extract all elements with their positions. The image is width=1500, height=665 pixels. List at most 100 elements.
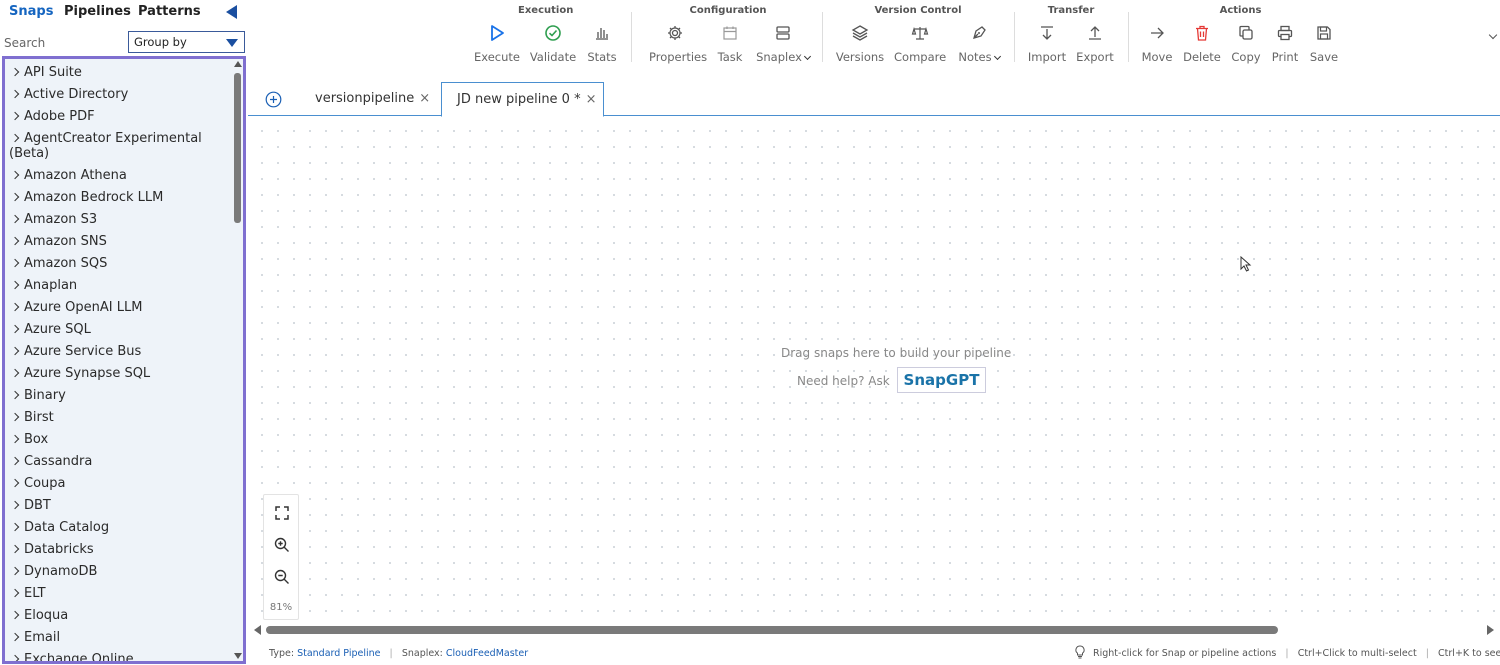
snap-category-label: Databricks xyxy=(24,542,94,557)
snap-category-item[interactable]: API Suite xyxy=(9,65,229,80)
scroll-right-icon[interactable] xyxy=(1487,625,1494,635)
snaplex-button[interactable]: Snaplex xyxy=(753,24,813,64)
lightbulb-icon xyxy=(1075,645,1085,659)
snap-category-item[interactable]: Amazon Athena xyxy=(9,168,229,183)
help-prefix: Need help? Ask xyxy=(797,374,890,388)
export-icon xyxy=(1089,26,1101,40)
chevron-right-icon xyxy=(10,654,20,661)
scroll-down-icon[interactable] xyxy=(234,653,242,659)
snap-category-label: Active Directory xyxy=(24,87,129,102)
close-tab-icon[interactable]: × xyxy=(586,92,597,107)
versions-button[interactable]: Versions xyxy=(834,24,886,64)
chevron-down-icon xyxy=(993,52,1001,61)
snap-category-label: Amazon SNS xyxy=(24,234,107,249)
snap-category-item[interactable]: Amazon S3 xyxy=(9,212,229,227)
stats-button[interactable]: Stats xyxy=(576,24,628,64)
chevron-right-icon xyxy=(10,500,20,510)
properties-label: Properties xyxy=(649,50,708,64)
status-divider: | xyxy=(1419,648,1436,659)
properties-button[interactable]: Properties xyxy=(649,24,708,64)
snap-category-item[interactable]: Data Catalog xyxy=(9,520,229,535)
play-icon xyxy=(491,25,504,41)
group-by-dropdown[interactable]: Group by xyxy=(128,31,245,53)
group-label-configuration: Configuration xyxy=(689,5,767,16)
snap-category-label: Amazon Bedrock LLM xyxy=(24,190,164,205)
toolbar-expand-chevron-icon[interactable] xyxy=(1488,30,1498,40)
canvas-hint: Drag snaps here to build your pipeline xyxy=(781,346,1012,360)
snap-category-item[interactable]: Box xyxy=(9,432,229,447)
snap-category-item[interactable]: Azure OpenAI LLM xyxy=(9,300,229,315)
snap-category-item[interactable]: Binary xyxy=(9,388,229,403)
snap-category-item[interactable]: Azure SQL xyxy=(9,322,229,337)
snap-category-item[interactable]: Amazon Bedrock LLM xyxy=(9,190,229,205)
chevron-down-icon xyxy=(803,52,811,61)
snap-category-item[interactable]: Azure Synapse SQL xyxy=(9,366,229,381)
export-button[interactable]: Export xyxy=(1069,24,1121,64)
type-value[interactable]: Standard Pipeline xyxy=(297,648,380,659)
scroll-up-icon[interactable] xyxy=(234,61,242,67)
scrollbar-thumb[interactable] xyxy=(234,73,241,223)
snap-category-item[interactable]: Amazon SQS xyxy=(9,256,229,271)
snap-category-item[interactable]: Eloqua xyxy=(9,608,229,623)
zoom-out-icon[interactable] xyxy=(273,568,291,586)
scroll-left-icon[interactable] xyxy=(254,625,261,635)
zoom-in-icon[interactable] xyxy=(273,536,291,554)
gear-icon xyxy=(668,26,682,40)
snap-category-item[interactable]: AgentCreator Experimental (Beta) xyxy=(9,131,229,161)
snapgpt-button[interactable]: SnapGPT xyxy=(896,367,987,393)
trash-icon xyxy=(1196,25,1208,41)
tip-ctrl-k: Ctrl+K to see all shortcuts xyxy=(1438,648,1500,659)
search-input[interactable] xyxy=(4,33,124,53)
pipeline-canvas[interactable]: Drag snaps here to build your pipeline N… xyxy=(248,117,1500,622)
tab-snaps[interactable]: Snaps xyxy=(9,4,53,19)
compare-button[interactable]: Compare xyxy=(894,24,946,64)
fit-screen-icon[interactable] xyxy=(273,504,291,522)
notes-button[interactable]: Notes xyxy=(952,24,1006,64)
snap-category-item[interactable]: DynamoDB xyxy=(9,564,229,579)
snap-category-item[interactable]: Databricks xyxy=(9,542,229,557)
status-divider: | xyxy=(383,648,399,659)
execute-label: Execute xyxy=(474,50,520,64)
snap-category-item[interactable]: Adobe PDF xyxy=(9,109,229,124)
snap-category-label: Exchange Online xyxy=(24,652,134,664)
horizontal-scrollbar[interactable] xyxy=(248,622,1500,638)
vertical-scrollbar[interactable] xyxy=(233,59,243,661)
snap-category-item[interactable]: Coupa xyxy=(9,476,229,491)
chevron-right-icon xyxy=(10,280,20,290)
snap-category-item[interactable]: Amazon SNS xyxy=(9,234,229,249)
snap-category-label: Amazon S3 xyxy=(24,212,98,227)
snap-category-item[interactable]: Anaplan xyxy=(9,278,229,293)
compare-label: Compare xyxy=(894,50,947,64)
snap-category-item[interactable]: Azure Service Bus xyxy=(9,344,229,359)
add-tab-icon[interactable] xyxy=(265,91,282,108)
left-panel-tabs: Snaps Pipelines Patterns xyxy=(0,0,247,26)
snap-category-item[interactable]: Cassandra xyxy=(9,454,229,469)
pipeline-tab-bar: versionpipeline × JD new pipeline 0 * × xyxy=(248,80,1500,117)
collapse-panel-icon[interactable] xyxy=(224,3,240,21)
import-button[interactable]: Import xyxy=(1021,24,1073,64)
validate-label: Validate xyxy=(529,50,577,64)
bar-chart-icon xyxy=(596,28,608,40)
snap-category-label: AgentCreator Experimental (Beta) xyxy=(9,131,202,161)
save-button[interactable]: Save xyxy=(1298,24,1350,64)
snap-category-item[interactable]: DBT xyxy=(9,498,229,513)
tab-jd-new-pipeline[interactable]: JD new pipeline 0 * × xyxy=(441,82,604,117)
validate-button[interactable]: Validate xyxy=(527,24,579,64)
snap-category-item[interactable]: Exchange Online xyxy=(9,652,229,664)
snap-category-item[interactable]: ELT xyxy=(9,586,229,601)
execute-button[interactable]: Execute xyxy=(471,24,523,64)
scrollbar-thumb[interactable] xyxy=(266,626,1278,634)
task-button[interactable]: Task xyxy=(704,24,756,64)
notes-label: Notes xyxy=(952,50,1006,64)
snap-category-item[interactable]: Active Directory xyxy=(9,87,229,102)
tab-patterns[interactable]: Patterns xyxy=(138,4,201,19)
close-tab-icon[interactable]: × xyxy=(419,91,430,106)
snap-category-item[interactable]: Email xyxy=(9,630,229,645)
zoom-level: 81% xyxy=(269,602,293,613)
import-label: Import xyxy=(1027,50,1067,64)
snaplex-value[interactable]: CloudFeedMaster xyxy=(446,648,528,659)
tab-label: versionpipeline xyxy=(315,91,415,106)
snap-category-item[interactable]: Birst xyxy=(9,410,229,425)
tab-versionpipeline[interactable]: versionpipeline × xyxy=(315,82,435,116)
tab-pipelines[interactable]: Pipelines xyxy=(64,4,131,19)
